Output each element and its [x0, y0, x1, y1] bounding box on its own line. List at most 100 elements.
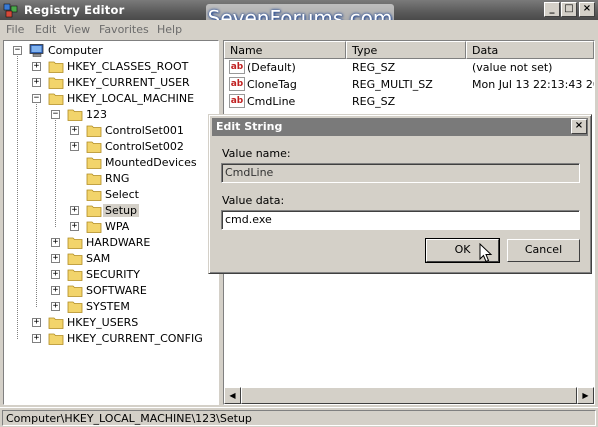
value-row[interactable]: ab (Default) REG_SZ (value not set)	[224, 59, 594, 76]
collapse-icon[interactable]: −	[51, 110, 60, 119]
minimize-button[interactable]: _	[544, 2, 560, 17]
tree-node-label: RNG	[105, 172, 130, 185]
folder-icon	[48, 61, 64, 73]
value-name: CloneTag	[247, 78, 297, 91]
expand-icon[interactable]: +	[51, 254, 60, 263]
tree-node-controlset001[interactable]: + ControlSet001	[4, 123, 218, 139]
window-title: Registry Editor	[24, 3, 125, 17]
tree-node-label: SOFTWARE	[86, 284, 147, 297]
tree-node-hkcu[interactable]: + HKEY_CURRENT_USER	[4, 75, 218, 91]
expand-icon[interactable]: +	[51, 302, 60, 311]
folder-icon	[48, 77, 64, 89]
registry-editor-icon	[3, 3, 18, 18]
horizontal-scrollbar[interactable]: ◀ ▶	[224, 387, 594, 404]
value-name-field[interactable]: CmdLine	[221, 163, 580, 183]
tree-node-label: WPA	[105, 220, 130, 233]
expand-icon[interactable]: +	[70, 206, 79, 215]
folder-icon	[67, 253, 83, 265]
expand-icon[interactable]: +	[32, 334, 41, 343]
tree-node-label: HKEY_CURRENT_CONFIG	[67, 332, 203, 345]
column-header-type[interactable]: Type	[346, 41, 466, 59]
tree-node-123[interactable]: − 123	[4, 107, 218, 123]
menu-help[interactable]: Help	[157, 23, 182, 36]
string-value-icon: ab	[229, 94, 245, 108]
edit-string-dialog: Edit String × Value name: CmdLine Value …	[208, 114, 592, 274]
cancel-button[interactable]: Cancel	[507, 239, 580, 262]
title-bar[interactable]: Registry Editor SevenForums.com _ □ ×	[0, 0, 598, 32]
tree-node-security[interactable]: + SECURITY	[4, 267, 218, 283]
tree-node-label: SYSTEM	[86, 300, 130, 313]
dialog-title-bar[interactable]: Edit String	[212, 118, 588, 136]
tree-node-rng[interactable]: RNG	[4, 171, 218, 187]
collapse-icon[interactable]: −	[32, 94, 41, 103]
tree-node-sam[interactable]: + SAM	[4, 251, 218, 267]
menu-edit[interactable]: Edit	[35, 23, 56, 36]
value-data-label: Value data:	[222, 194, 285, 207]
tree-node-label: HKEY_CLASSES_ROOT	[67, 60, 189, 73]
tree-node-label: ControlSet002	[105, 140, 184, 153]
tree-node-label: 123	[86, 108, 107, 121]
menu-file[interactable]: File	[6, 23, 24, 36]
tree-node-label: HKEY_LOCAL_MACHINE	[67, 92, 195, 105]
folder-icon	[86, 125, 102, 137]
expand-icon[interactable]: +	[51, 270, 60, 279]
menu-favorites[interactable]: Favorites	[99, 23, 149, 36]
column-header-name[interactable]: Name	[224, 41, 346, 59]
menu-view[interactable]: View	[64, 23, 90, 36]
tree-node-label: HARDWARE	[86, 236, 151, 249]
open-folder-icon	[67, 109, 83, 121]
tree-node-mounteddevices[interactable]: MountedDevices	[4, 155, 218, 171]
open-folder-icon	[48, 93, 64, 105]
folder-icon	[67, 269, 83, 281]
scroll-thumb[interactable]	[241, 387, 577, 404]
mouse-cursor-icon	[479, 243, 493, 263]
tree-node-label: Select	[105, 188, 139, 201]
menu-bar: File Edit View Favorites Help	[0, 20, 598, 39]
tree-node-select[interactable]: Select	[4, 187, 218, 203]
tree-node-hardware[interactable]: + HARDWARE	[4, 235, 218, 251]
maximize-button[interactable]: □	[561, 2, 577, 17]
expand-icon[interactable]: +	[32, 318, 41, 327]
tree-node-hkcr[interactable]: + HKEY_CLASSES_ROOT	[4, 59, 218, 75]
value-type: REG_MULTI_SZ	[352, 78, 433, 91]
tree-node-label-selected: Setup	[103, 204, 140, 217]
column-header-data[interactable]: Data	[466, 41, 594, 59]
tree-node-hku[interactable]: + HKEY_USERS	[4, 315, 218, 331]
expand-icon[interactable]: +	[70, 126, 79, 135]
folder-icon	[86, 189, 102, 201]
tree-node-software[interactable]: + SOFTWARE	[4, 283, 218, 299]
scroll-right-arrow-icon[interactable]: ▶	[577, 387, 594, 404]
value-row[interactable]: ab CmdLine REG_SZ	[224, 93, 594, 110]
registry-tree[interactable]: − Computer + HKEY_CLASSES_ROOT + HKEY_CU…	[3, 40, 219, 405]
tree-node-computer[interactable]: − Computer	[4, 43, 218, 59]
value-row[interactable]: ab CloneTag REG_MULTI_SZ Mon Jul 13 22:1…	[224, 76, 594, 93]
expand-icon[interactable]: +	[70, 222, 79, 231]
string-value-icon: ab	[229, 60, 245, 74]
tree-node-hkcc[interactable]: + HKEY_CURRENT_CONFIG	[4, 331, 218, 347]
value-data-field[interactable]: cmd.exe	[221, 210, 580, 230]
tree-node-hklm[interactable]: − HKEY_LOCAL_MACHINE	[4, 91, 218, 107]
expand-icon[interactable]: +	[70, 142, 79, 151]
scroll-left-arrow-icon[interactable]: ◀	[224, 387, 241, 404]
expand-icon[interactable]: +	[51, 238, 60, 247]
tree-node-system[interactable]: + SYSTEM	[4, 299, 218, 315]
value-type: REG_SZ	[352, 95, 396, 108]
tree-node-controlset002[interactable]: + ControlSet002	[4, 139, 218, 155]
tree-node-wpa[interactable]: + WPA	[4, 219, 218, 235]
folder-icon	[48, 333, 64, 345]
expand-icon[interactable]: +	[51, 286, 60, 295]
folder-icon	[86, 157, 102, 169]
registry-editor-window: Registry Editor SevenForums.com _ □ × Fi…	[0, 0, 598, 427]
expand-icon[interactable]: +	[32, 62, 41, 71]
value-type: REG_SZ	[352, 61, 396, 74]
collapse-icon[interactable]: −	[13, 46, 22, 55]
folder-icon	[67, 301, 83, 313]
dialog-close-button[interactable]: ×	[571, 119, 587, 134]
close-button[interactable]: ×	[579, 2, 595, 17]
expand-icon[interactable]: +	[32, 78, 41, 87]
tree-node-setup[interactable]: + Setup	[4, 203, 218, 219]
value-name: (Default)	[247, 61, 296, 74]
dialog-title: Edit String	[216, 120, 283, 133]
tree-node-label: HKEY_USERS	[67, 316, 139, 329]
open-folder-icon	[86, 205, 102, 217]
